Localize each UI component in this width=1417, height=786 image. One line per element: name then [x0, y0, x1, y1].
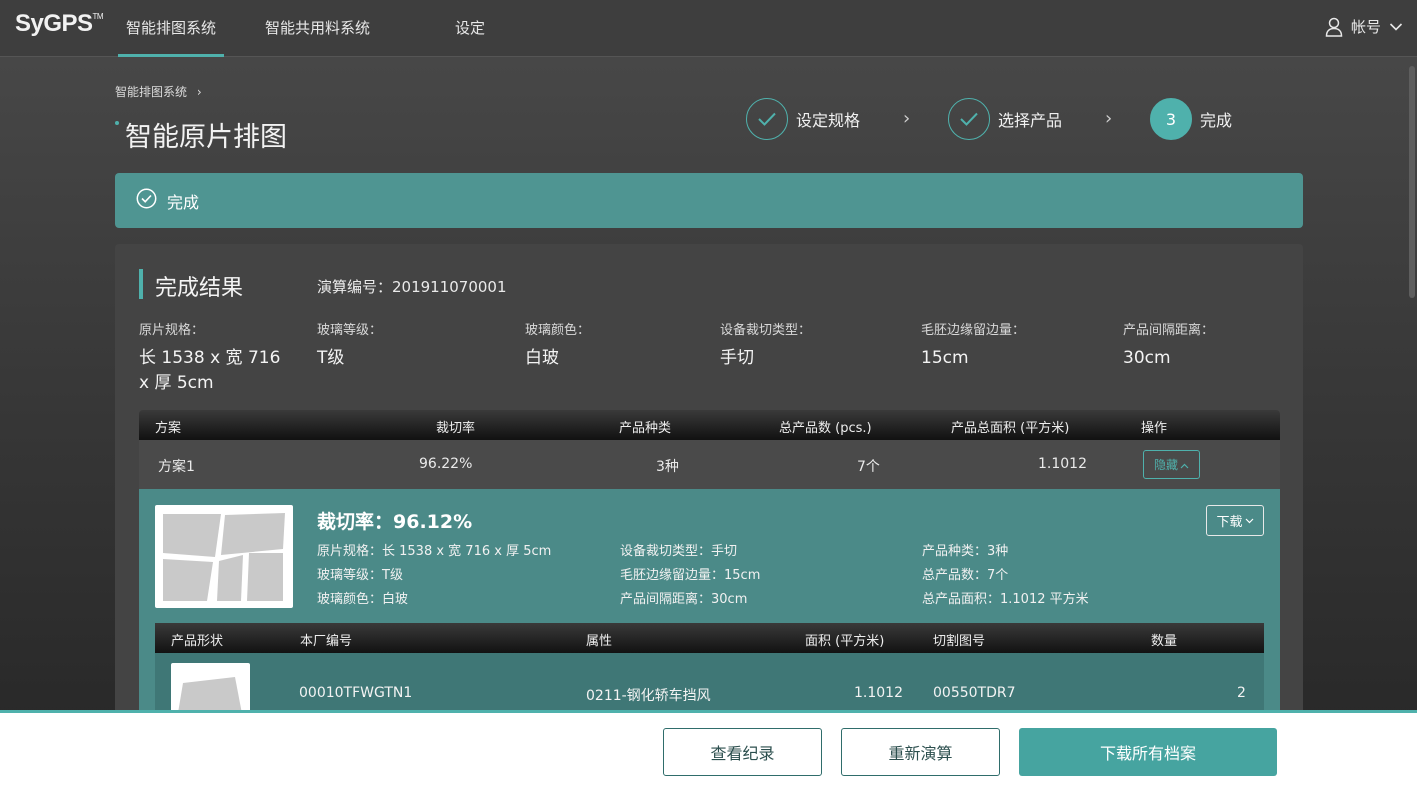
cell-cut-drawing-no: 00550TDR7 — [933, 685, 1016, 701]
product-table-header: 产品形状 本厂编号 属性 面积 (平方米) 切割图号 数量 — [155, 623, 1264, 653]
step-1-label: 设定规格 — [796, 111, 861, 130]
banner-text: 完成 — [167, 192, 200, 212]
detail-sheet-size: 原片规格：长 1538 x 宽 716 x 厚 5cm — [317, 544, 552, 559]
layout-preview-image[interactable] — [155, 505, 293, 608]
step-2-label: 选择产品 — [998, 111, 1063, 130]
page-title: 智能原片排图 — [125, 122, 287, 153]
spec-value-product-gap: 30cm — [1123, 348, 1171, 368]
spec-label-product-gap: 产品间隔距离： — [1123, 323, 1215, 338]
recalculate-button[interactable]: 重新演算 — [841, 728, 1000, 776]
spec-label-edge-margin: 毛胚边缘留边量： — [921, 323, 1026, 338]
chevron-right-icon: › — [1105, 108, 1113, 129]
chevron-up-icon — [1180, 458, 1189, 472]
table-row[interactable]: 方案1 96.22% 3种 7个 1.1012 隐藏 — [139, 440, 1280, 489]
check-icon — [948, 98, 990, 140]
account-label: 帐号 — [1350, 18, 1381, 36]
col-header-quantity: 数量 — [1151, 634, 1178, 649]
step-3: 3 完成 — [1150, 98, 1232, 140]
footer-action-bar: 查看纪录 重新演算 下载所有档案 — [0, 710, 1417, 786]
detail-total-area: 总产品面积：1.1012 平方米 — [922, 592, 1089, 607]
chevron-down-icon — [1389, 22, 1403, 32]
breadcrumb-item[interactable]: 智能排图系统 — [115, 85, 187, 99]
cell-attribute: 0211-钢化轿车挡风 — [586, 688, 711, 704]
spec-value-cut-type: 手切 — [720, 348, 754, 368]
download-button-label: 下载 — [1216, 515, 1243, 530]
title-accent-dot — [115, 121, 119, 125]
section-accent-bar — [139, 269, 143, 299]
chevron-down-icon — [1245, 513, 1254, 528]
download-button[interactable]: 下载 — [1206, 505, 1264, 536]
table-row[interactable]: 00010TFWGTN1 0211-钢化轿车挡风 1.1012 00550TDR… — [155, 653, 1264, 714]
app-logo[interactable]: SyGPSTM — [15, 10, 104, 38]
nav-tab-smart-layout[interactable]: 智能排图系统 — [117, 0, 225, 57]
detail-product-types: 产品种类：3种 — [922, 544, 1009, 559]
cell-quantity: 2 — [1237, 685, 1246, 701]
hide-button-label: 隐藏 — [1153, 458, 1178, 472]
nav-tab-shared-material[interactable]: 智能共用料系统 — [265, 0, 370, 57]
logo-trademark: TM — [92, 12, 104, 21]
view-records-button[interactable]: 查看纪录 — [663, 728, 822, 776]
step-2: 选择产品 — [948, 98, 1062, 140]
col-header-actions: 操作 — [1141, 421, 1168, 436]
col-header-total-area: 产品总面积 (平方米) — [951, 421, 1070, 436]
spec-value-glass-grade: T级 — [317, 348, 345, 368]
col-header-attribute: 属性 — [586, 634, 613, 649]
complete-banner: 完成 — [115, 173, 1303, 228]
detail-total-products: 总产品数：7个 — [922, 568, 1009, 583]
detail-glass-grade: 玻璃等级：T级 — [317, 568, 403, 583]
breadcrumb: 智能排图系统 › — [115, 83, 202, 100]
calc-number: 演算编号：201911070001 — [317, 278, 507, 296]
top-nav-bar: SyGPSTM 智能排图系统 智能共用料系统 设定 帐号 — [0, 0, 1417, 57]
check-circle-icon — [136, 188, 157, 213]
nav-tab-settings[interactable]: 设定 — [455, 0, 485, 57]
spec-value-glass-color: 白玻 — [525, 348, 559, 368]
user-icon — [1325, 17, 1343, 37]
check-icon — [746, 98, 788, 140]
col-header-factory-no: 本厂编号 — [300, 634, 353, 649]
logo-text: SyGPS — [15, 10, 93, 37]
spec-value-sheet-size: 长 1538 x 宽 716 x 厚 5cm — [139, 346, 280, 396]
spec-label-sheet-size: 原片规格： — [139, 323, 205, 338]
detail-product-gap: 产品间隔距离：30cm — [620, 592, 748, 607]
detail-cut-rate: 裁切率：96.12% — [317, 511, 473, 533]
spec-value-edge-margin: 15cm — [921, 348, 969, 368]
result-title: 完成结果 — [155, 276, 244, 301]
col-header-area: 面积 (平方米) — [805, 634, 885, 649]
col-header-product-types: 产品种类 — [619, 421, 672, 436]
cell-total-products: 7个 — [857, 459, 880, 475]
product-shape-image — [171, 663, 250, 714]
plan-table-header: 方案 裁切率 产品种类 总产品数 (pcs.) 产品总面积 (平方米) 操作 — [139, 410, 1280, 440]
download-all-button[interactable]: 下载所有档案 — [1019, 728, 1277, 776]
detail-glass-color: 玻璃颜色：白玻 — [317, 592, 409, 607]
col-header-plan: 方案 — [155, 421, 182, 436]
cell-factory-no: 00010TFWGTN1 — [299, 685, 413, 701]
detail-edge-margin: 毛胚边缘留边量：15cm — [620, 568, 761, 583]
result-card: 完成结果 演算编号：201911070001 原片规格： 长 1538 x 宽 … — [115, 244, 1303, 714]
cell-plan-name: 方案1 — [158, 459, 195, 475]
hide-button[interactable]: 隐藏 — [1143, 450, 1200, 479]
plan-detail-panel: 裁切率：96.12% 原片规格：长 1538 x 宽 716 x 厚 5cm 玻… — [139, 489, 1280, 714]
scrollbar-thumb[interactable] — [1409, 66, 1415, 298]
cell-total-area: 1.1012 — [1038, 456, 1087, 472]
step-1: 设定规格 — [746, 98, 860, 140]
step-3-label: 完成 — [1200, 111, 1233, 130]
cell-product-types: 3种 — [656, 459, 679, 475]
cell-area: 1.1012 — [854, 685, 903, 701]
chevron-right-icon: › — [903, 108, 911, 129]
spec-label-glass-color: 玻璃颜色： — [525, 323, 591, 338]
col-header-shape: 产品形状 — [171, 634, 224, 649]
col-header-cut-drawing-no: 切割图号 — [933, 634, 986, 649]
spec-label-cut-type: 设备裁切类型： — [720, 323, 812, 338]
cell-cut-rate: 96.22% — [419, 456, 473, 472]
col-header-cut-rate: 裁切率 — [436, 421, 476, 436]
step-3-number: 3 — [1150, 98, 1192, 140]
detail-cut-type: 设备裁切类型：手切 — [620, 544, 738, 559]
breadcrumb-separator-icon: › — [196, 85, 202, 99]
spec-label-glass-grade: 玻璃等级： — [317, 323, 383, 338]
spec-value-sheet-size-line2: x 厚 5cm — [139, 373, 214, 393]
spec-value-sheet-size-line1: 长 1538 x 宽 716 — [139, 348, 281, 368]
account-menu[interactable]: 帐号 — [1325, 16, 1403, 37]
col-header-total-products: 总产品数 (pcs.) — [779, 421, 872, 436]
